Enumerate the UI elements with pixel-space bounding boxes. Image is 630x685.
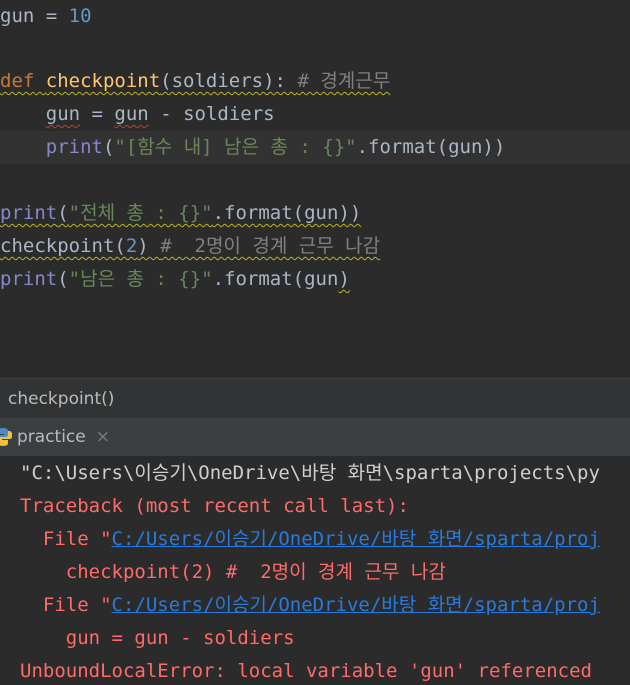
console-text: File ": [20, 528, 112, 550]
code-token: =: [34, 5, 69, 27]
code-token: checkpoint(: [0, 235, 126, 257]
code-token: (soldiers):: [160, 70, 298, 92]
console-line: File "C:/Users/이승기/OneDrive/바탕 화면/sparta…: [20, 589, 600, 622]
code-token: checkpoint: [45, 70, 161, 92]
code-token: print: [45, 136, 103, 158]
code-token: (: [102, 136, 115, 158]
console-line: File "C:/Users/이승기/OneDrive/바탕 화면/sparta…: [20, 523, 600, 556]
code-token: gun: [0, 5, 35, 27]
console-line: "C:\Users\이승기\OneDrive\바탕 화면\sparta\proj…: [20, 462, 600, 484]
code-comment: # 2명이 경계 근무 나감: [160, 235, 381, 257]
code-token: 2: [125, 235, 138, 257]
code-line-3[interactable]: def checkpoint(soldiers): # 경계근무: [0, 65, 630, 98]
code-token: =: [80, 103, 115, 125]
code-token: ): [137, 235, 161, 257]
code-token: (: [57, 268, 69, 290]
breadcrumb[interactable]: checkpoint(): [0, 378, 630, 418]
python-icon: [0, 428, 12, 446]
code-token: gun: [45, 103, 81, 125]
code-line-5[interactable]: print("[함수 내] 남은 총 : {}".format(gun)): [0, 131, 630, 164]
close-icon[interactable]: ×: [96, 418, 110, 456]
code-line-1[interactable]: gun = 10: [0, 0, 630, 33]
code-editor[interactable]: gun = 10 def checkpoint(soldiers): # 경계근…: [0, 0, 630, 378]
code-string: "남은 총 : {}": [68, 268, 213, 290]
run-toolbar: practice ×: [0, 418, 630, 457]
code-token: (: [57, 202, 69, 224]
code-token: print: [0, 202, 58, 224]
code-token: ): [338, 268, 350, 290]
code-token: .format(gun: [212, 268, 339, 290]
code-comment: # 경계근무: [297, 70, 391, 92]
code-line-8[interactable]: checkpoint(2) # 2명이 경계 근무 나감: [0, 230, 630, 263]
breadcrumb-item-checkpoint[interactable]: checkpoint(): [8, 389, 114, 409]
run-tab-practice[interactable]: practice ×: [0, 418, 110, 456]
console-line: Traceback (most recent call last):: [20, 495, 409, 517]
code-string: "전체 총 : {}": [68, 202, 213, 224]
code-line-7[interactable]: print("전체 총 : {}".format(gun)): [0, 197, 630, 230]
code-string: "[함수 내] 남은 총 : {}": [114, 136, 357, 158]
run-tab-label: practice: [17, 427, 86, 447]
console-line: checkpoint(2) # 2명이 경계 근무 나감: [20, 561, 446, 583]
code-line-4[interactable]: gun = gun - soldiers: [0, 98, 630, 131]
console-line: gun = gun - soldiers: [20, 627, 295, 649]
file-link[interactable]: C:/Users/이승기/OneDrive/바탕 화면/sparta/proj: [112, 594, 600, 616]
run-console-output[interactable]: "C:\Users\이승기\OneDrive\바탕 화면\sparta\proj…: [0, 456, 630, 685]
code-token: .format(gun)): [212, 202, 362, 224]
console-text: File ": [20, 594, 112, 616]
code-token: def: [0, 70, 35, 92]
code-token: - soldiers: [148, 103, 275, 125]
code-token: gun: [114, 103, 149, 125]
file-link[interactable]: C:/Users/이승기/OneDrive/바탕 화면/sparta/proj: [112, 528, 600, 550]
code-token: print: [0, 268, 58, 290]
code-token: 10: [68, 5, 92, 27]
code-line-9[interactable]: print("남은 총 : {}".format(gun): [0, 263, 630, 296]
code-token: .format(gun)): [356, 136, 506, 158]
console-line: UnboundLocalError: local variable 'gun' …: [20, 660, 592, 682]
